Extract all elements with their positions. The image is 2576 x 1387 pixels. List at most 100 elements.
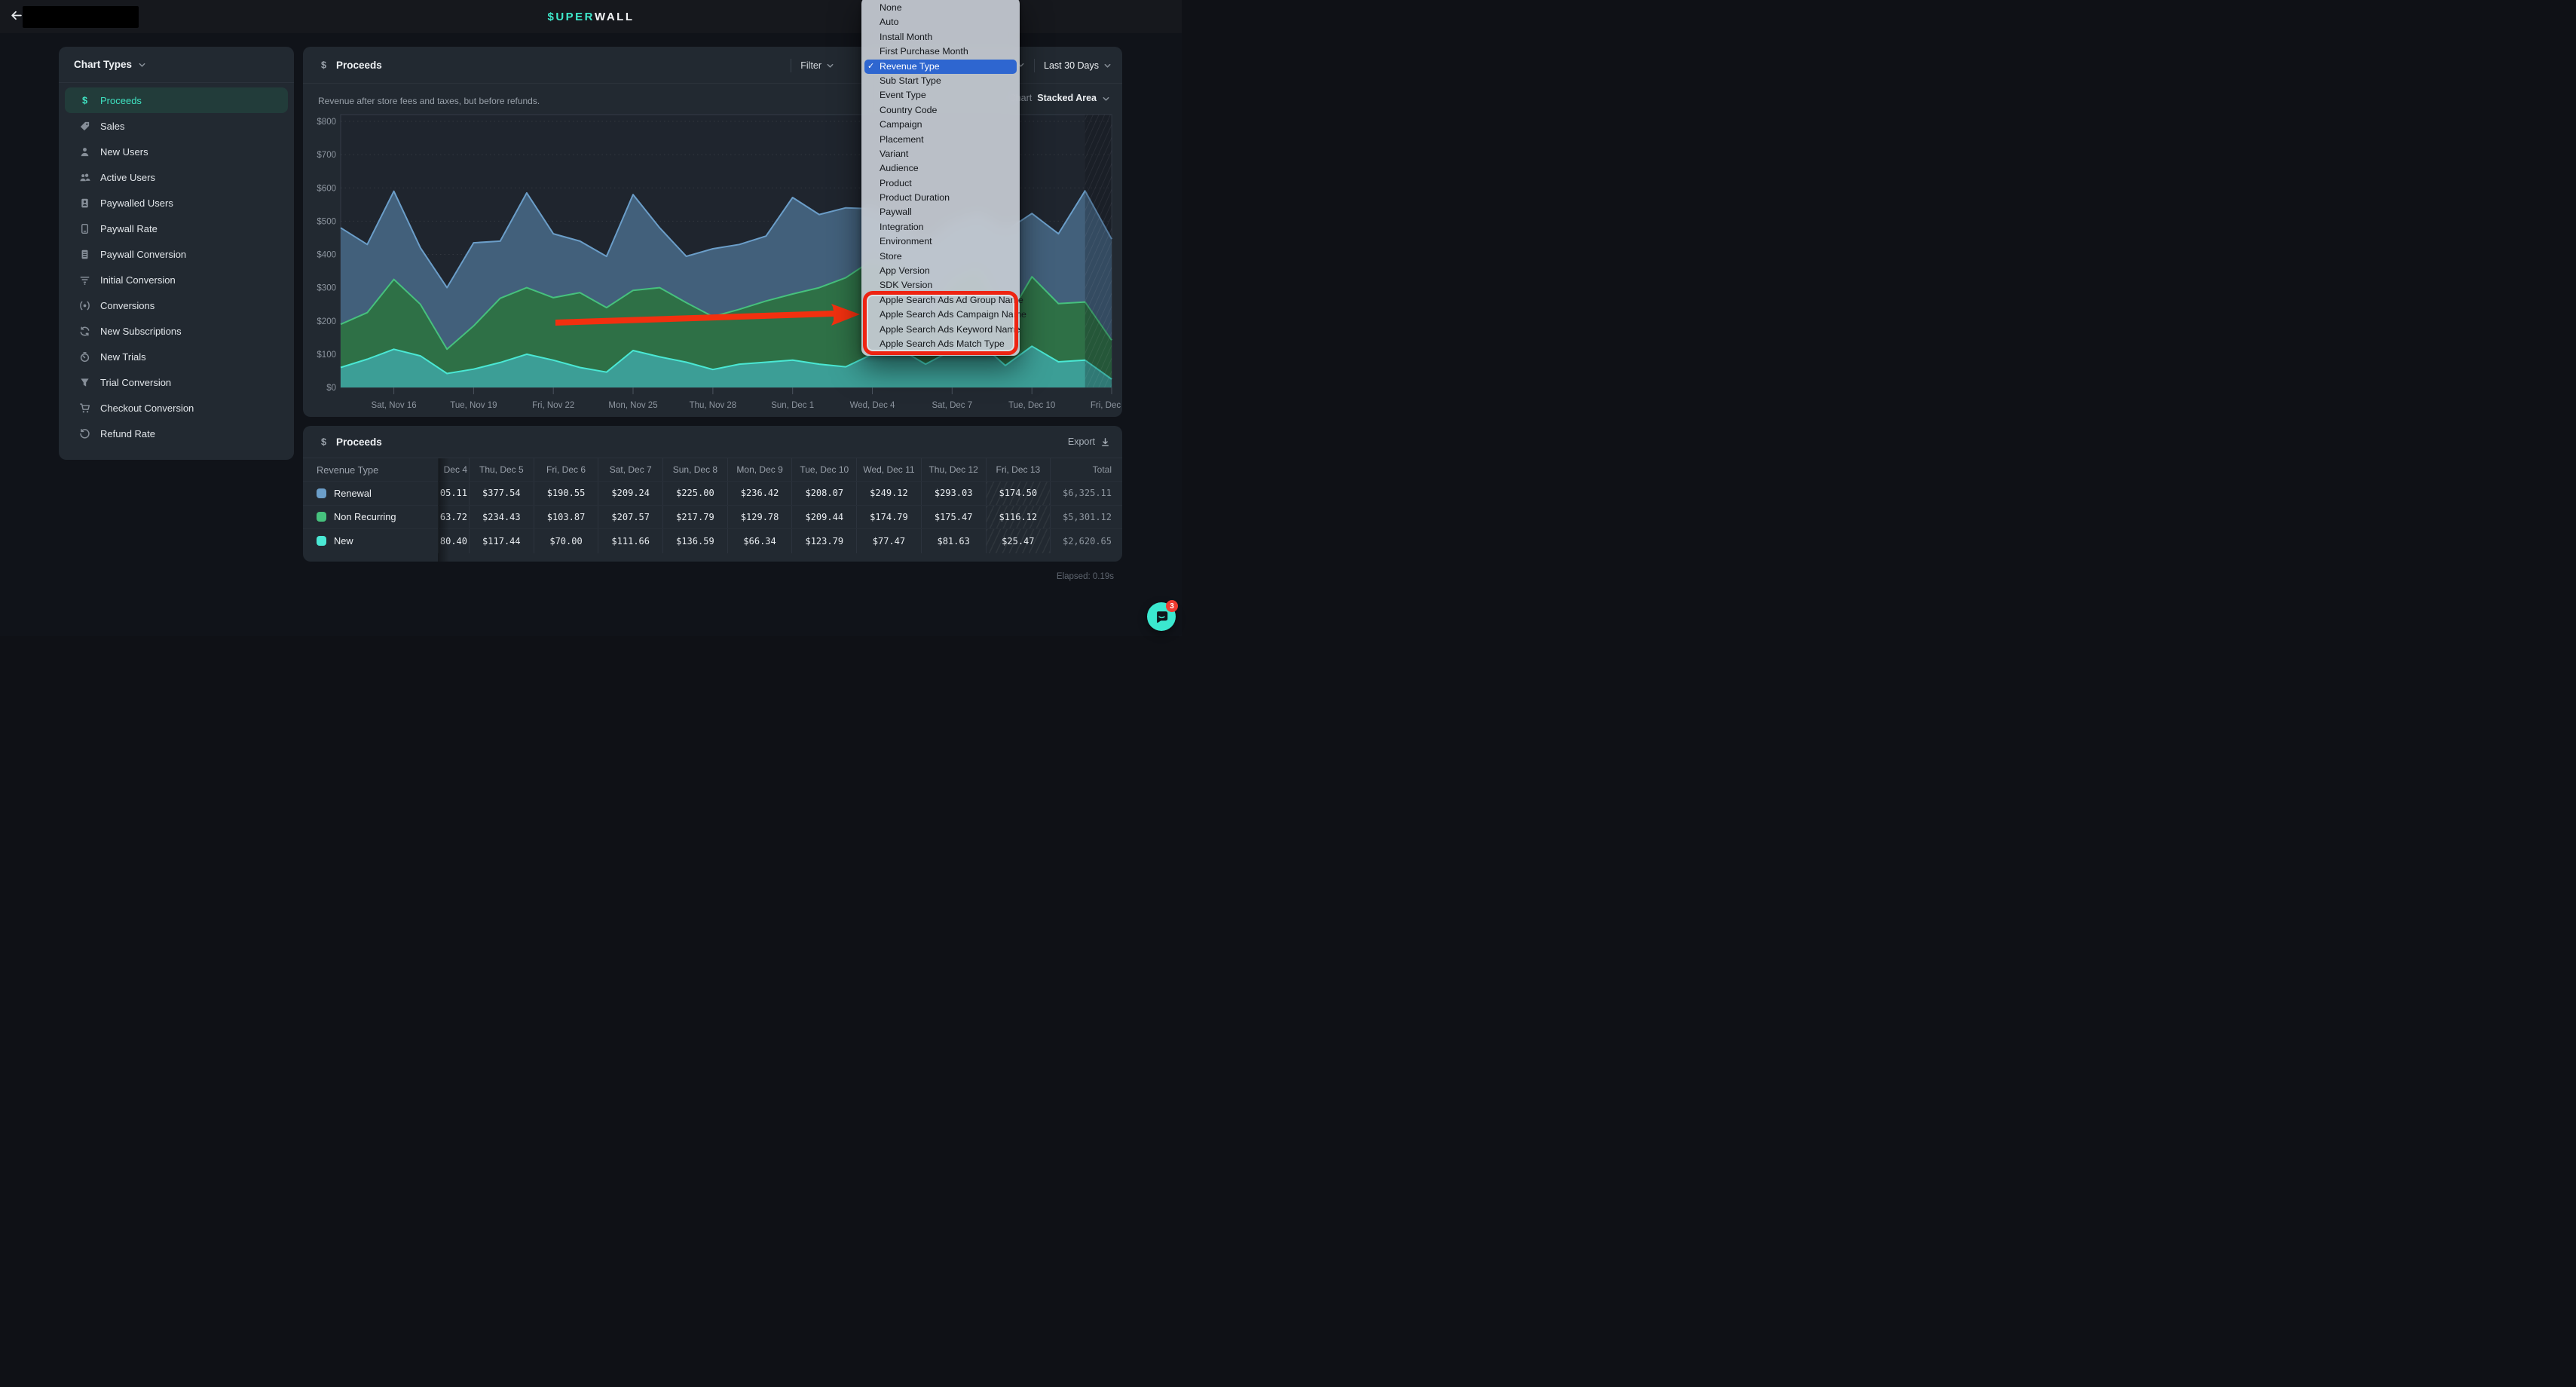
sidebar-title: Chart Types [74,59,132,70]
sidebar-item-proceeds[interactable]: $ Proceeds [65,87,288,113]
menu-item-install-month[interactable]: Install Month [861,30,1020,44]
user-icon [78,145,90,158]
cell-total: $6,325.11 [1050,482,1122,505]
sidebar-item-paywall-rate[interactable]: Paywall Rate [65,216,288,241]
cart-icon [78,402,90,414]
cell-value: $123.79 [791,529,856,553]
cell-value: $174.79 [856,506,921,529]
sidebar-item-paywall-conversion[interactable]: Paywall Conversion [65,241,288,267]
cell-value: $70.00 [534,529,598,553]
sidebar-item-new-users[interactable]: New Users [65,139,288,164]
menu-item-product-duration[interactable]: Product Duration [861,191,1020,205]
menu-item-paywall[interactable]: Paywall [861,205,1020,219]
menu-item-apple-search-ads-ad-group-name[interactable]: Apple Search Ads Ad Group Name [861,293,1020,308]
series-color-swatch [317,488,326,498]
menu-item-country-code[interactable]: Country Code [861,103,1020,118]
user-card-icon [78,197,90,209]
sidebar-item-paywalled-users[interactable]: Paywalled Users [65,190,288,216]
funnel-icon [78,376,90,388]
menu-item-apple-search-ads-campaign-name[interactable]: Apple Search Ads Campaign Name [861,308,1020,322]
sidebar-item-initial-conversion[interactable]: Initial Conversion [65,267,288,292]
menu-item-product[interactable]: Product [861,176,1020,191]
menu-item-event-type[interactable]: Event Type [861,88,1020,103]
download-icon [1100,437,1110,447]
sidebar-item-trial-conversion[interactable]: Trial Conversion [65,369,288,395]
cell-value: $174.50 [986,482,1051,505]
cell-value: $111.66 [598,529,662,553]
table-row-non-recurring: Non Recurring63.72$234.43$103.87$207.57$… [303,506,1122,530]
export-button[interactable]: Export [1068,436,1110,447]
sidebar-item-active-users[interactable]: Active Users [65,164,288,190]
sidebar-item-refund-rate[interactable]: Refund Rate [65,421,288,446]
menu-item-apple-search-ads-match-type[interactable]: Apple Search Ads Match Type [861,337,1020,351]
menu-item-apple-search-ads-keyword-name[interactable]: Apple Search Ads Keyword Name [861,323,1020,337]
sidebar-item-new-subscriptions[interactable]: New Subscriptions [65,318,288,344]
menu-item-integration[interactable]: Integration [861,220,1020,234]
dollar-icon: $ [318,436,329,448]
cell-value: $209.44 [791,506,856,529]
sidebar-item-new-trials[interactable]: New Trials [65,344,288,369]
cell-total: $5,301.12 [1050,506,1122,529]
series-color-swatch [317,536,326,546]
series-label: New [334,535,353,547]
sidebar-item-label: Initial Conversion [100,274,176,286]
menu-item-first-purchase-month[interactable]: First Purchase Month [861,44,1020,59]
svg-text:$: $ [321,436,326,447]
rotate-ccw-icon [78,427,90,439]
column-header-revenue-type: Revenue Type [303,458,438,481]
menu-item-store[interactable]: Store [861,250,1020,264]
refresh-icon [78,325,90,337]
svg-text:$: $ [81,95,87,106]
series-color-swatch [317,512,326,522]
elapsed-time: Elapsed: 0.19s [1057,572,1114,581]
menu-item-sub-start-type[interactable]: Sub Start Type [861,74,1020,88]
menu-item-audience[interactable]: Audience [861,161,1020,176]
sidebar-item-label: Sales [100,121,125,132]
cell-value: $209.24 [598,482,662,505]
filter-lines-icon [78,274,90,286]
chat-button[interactable]: 3 [1147,602,1176,631]
sidebar-item-label: New Users [100,146,148,158]
menu-item-campaign[interactable]: Campaign [861,118,1020,132]
column-header-fri-dec-13: Fri, Dec 13 [986,458,1051,481]
doc-rows-icon [78,248,90,260]
cell-value: $77.47 [856,529,921,553]
cell-value: $129.78 [727,506,792,529]
chart-types-list: $ Proceeds Sales New Users Active Users Paywa… [59,83,294,451]
svg-text:Sat, Dec 7: Sat, Dec 7 [932,401,972,410]
sidebar-item-conversions[interactable]: Conversions [65,292,288,318]
menu-item-environment[interactable]: Environment [861,234,1020,249]
cell-partial: 80.40 [438,529,469,553]
sidebar-item-label: Active Users [100,172,155,183]
sidebar-item-label: Proceeds [100,95,142,106]
sidebar-item-label: Checkout Conversion [100,403,194,414]
menu-item-none[interactable]: None [861,1,1020,15]
menu-item-placement[interactable]: Placement [861,133,1020,147]
svg-text:Tue, Dec 10: Tue, Dec 10 [1008,401,1055,410]
sidebar-item-sales[interactable]: Sales [65,113,288,139]
menu-item-sdk-version[interactable]: SDK Version [861,278,1020,292]
menu-item-app-version[interactable]: App Version [861,264,1020,278]
column-header-wed-dec-11: Wed, Dec 11 [856,458,921,481]
logo-teal-part: $UPER [547,11,595,23]
sidebar-item-label: Paywalled Users [100,197,173,209]
sidebar-item-label: New Subscriptions [100,326,182,337]
svg-text:$800: $800 [317,118,336,127]
menu-item-auto[interactable]: Auto [861,15,1020,29]
logo-white-part: WALL [595,11,635,23]
column-header-mon-dec-9: Mon, Dec 9 [727,458,792,481]
svg-text:Fri, Dec 13: Fri, Dec 13 [1091,401,1122,410]
device-icon [78,222,90,234]
menu-item-variant[interactable]: Variant [861,147,1020,161]
cell-partial: 05.11 [438,482,469,505]
cell-value: $207.57 [598,506,662,529]
target-parens-icon [78,299,90,311]
column-header-sat-dec-7: Sat, Dec 7 [598,458,662,481]
menu-item-revenue-type[interactable]: ✓Revenue Type [864,60,1017,74]
chart-types-header[interactable]: Chart Types [59,47,294,83]
users-icon [78,171,90,183]
sidebar-item-checkout-conversion[interactable]: Checkout Conversion [65,395,288,421]
export-label: Export [1068,436,1095,447]
cell-value: $25.47 [986,529,1051,553]
svg-text:Mon, Nov 25: Mon, Nov 25 [608,401,657,410]
